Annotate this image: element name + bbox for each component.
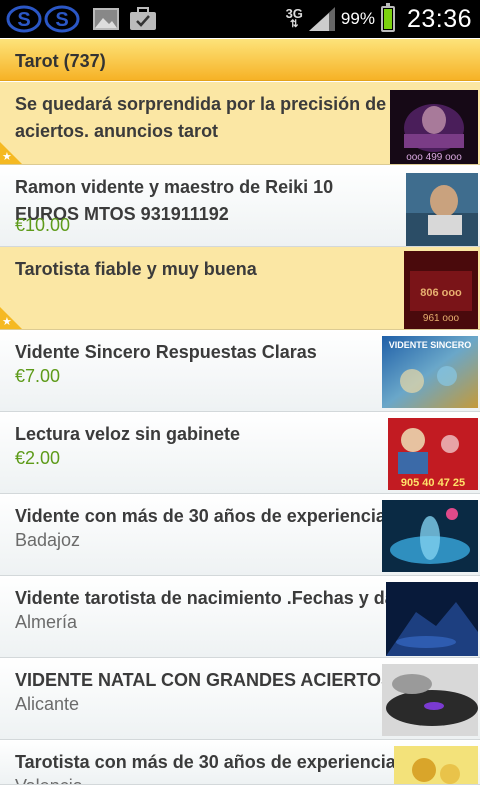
listing-location: Valencia [15, 776, 83, 784]
list-item[interactable]: VIDENTE NATAL CON GRANDES ACIERTOS Alica… [0, 658, 480, 740]
listing-price: €2.00 [15, 448, 61, 468]
listing-price: €10.00 [15, 215, 71, 235]
status-bar: S S 3G ⇅ 99% 23:36 [0, 0, 480, 38]
listing-thumbnail [406, 173, 478, 246]
listing-thumbnail: 905 40 47 25 [388, 418, 478, 490]
svg-text:ooo 499 ooo: ooo 499 ooo [406, 152, 462, 163]
list-item[interactable]: Tarotista fiable y muy buena 806 ooo 961… [0, 247, 480, 330]
list-item[interactable]: Vidente Sincero Respuestas Claras €7.00 … [0, 330, 480, 412]
listing-title: Vidente tarotista de nacimiento .Fechas … [15, 588, 395, 608]
category-header: Tarot (737) [0, 39, 480, 81]
listing-title: Vidente Sincero Respuestas Claras [15, 342, 317, 362]
listing-thumbnail: VIDENTE SINCERO [382, 336, 478, 408]
listing-thumbnail [382, 664, 478, 736]
battery-percentage: 99% [340, 9, 375, 28]
listing-thumbnail: 806 ooo 961 ooo [404, 251, 478, 329]
status-indicators: 3G ⇅ 99% 23:36 [286, 0, 472, 38]
battery-icon [380, 3, 395, 32]
star-icon: ★ [2, 151, 12, 163]
thumbnail-caption: VIDENTE SINCERO [389, 340, 472, 350]
clock: 23:36 [406, 4, 472, 33]
listing-thumbnail [394, 746, 478, 784]
svg-text:S: S [17, 9, 30, 31]
list-item[interactable]: Se quedará sorprendida por la precisión … [0, 82, 480, 165]
listing-location: Almería [15, 612, 78, 632]
listing-title: Se quedará sorprendida por la precisión … [15, 94, 387, 141]
gallery-icon [93, 8, 119, 30]
list-item[interactable]: Lectura veloz sin gabinete €2.00 905 40 … [0, 412, 480, 494]
signal-icon [308, 7, 335, 31]
listing-thumbnail [386, 582, 478, 656]
list-item[interactable]: Tarotista con más de 30 años de experien… [0, 740, 480, 785]
network-type: 3G ⇅ [285, 6, 303, 30]
listing-title: Tarotista fiable y muy buena [15, 259, 257, 279]
listing-price: €7.00 [15, 366, 61, 386]
listing-thumbnail [382, 500, 478, 572]
list-item[interactable]: Vidente tarotista de nacimiento .Fechas … [0, 576, 480, 658]
category-title: Tarot (737) [15, 51, 106, 71]
notification-icons: S S [6, 3, 158, 35]
listing-thumbnail: ooo 499 ooo [390, 90, 478, 164]
star-icon: ★ [2, 316, 12, 328]
listing-title: VIDENTE NATAL CON GRANDES ACIERTOS [15, 670, 394, 690]
listing-title: Ramon vidente y maestro de Reiki 10 EURO… [15, 177, 334, 224]
listing-title: Lectura veloz sin gabinete [15, 424, 241, 444]
listing-location: Badajoz [15, 530, 81, 550]
listing-title: Vidente con más de 30 años de experienci… [15, 506, 386, 526]
listing-location: Alicante [15, 694, 80, 714]
briefcase-check-icon [130, 7, 156, 30]
svg-text:S: S [55, 9, 68, 31]
listings-list: Se quedará sorprendida por la precisión … [0, 82, 480, 785]
listing-title: Tarotista con más de 30 años de experien… [15, 752, 395, 772]
svg-text:806 ooo: 806 ooo [420, 287, 462, 299]
app-s-icon: S S [6, 5, 80, 33]
thumbnail-caption: 905 40 47 25 [401, 477, 465, 489]
battery-level [383, 9, 392, 29]
list-item[interactable]: Vidente con más de 30 años de experienci… [0, 494, 480, 576]
list-item[interactable]: Ramon vidente y maestro de Reiki 10 EURO… [0, 165, 480, 247]
svg-text:961 ooo: 961 ooo [423, 313, 460, 324]
